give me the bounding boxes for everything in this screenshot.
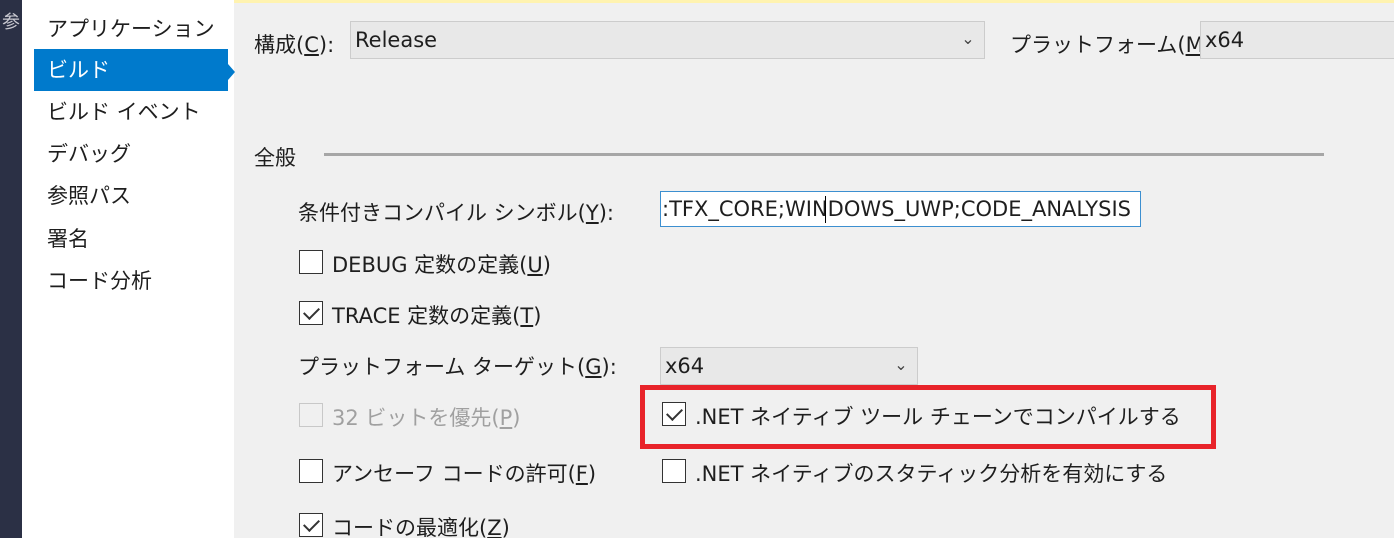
sidebar-item-build-events[interactable]: ビルド イベント: [34, 91, 228, 133]
platform-label: プラットフォーム(M):: [1010, 33, 1219, 57]
section-title-general: 全般: [254, 146, 296, 170]
optimize-code-label[interactable]: コードの最適化(Z): [332, 512, 510, 538]
debug-constant-checkbox[interactable]: [299, 250, 323, 274]
sidebar: アプリケーション ビルド ビルド イベント デバッグ 参照パス 署名 コード分析: [22, 0, 234, 538]
section-divider: [324, 153, 1324, 156]
sidebar-item-debug[interactable]: デバッグ: [34, 133, 228, 175]
chevron-down-icon: ⌄: [894, 355, 908, 374]
sidebar-item-application[interactable]: アプリケーション: [34, 8, 228, 50]
text-caret: [825, 196, 826, 223]
config-label: 構成(C):: [254, 33, 335, 57]
prefer-32bit-checkbox[interactable]: [299, 403, 323, 427]
sidebar-item-signing[interactable]: 署名: [34, 218, 228, 260]
trace-constant-checkbox[interactable]: [299, 301, 323, 325]
symbols-input[interactable]: :TFX_CORE;WINDOWS_UWP;CODE_ANALYSIS: [660, 191, 1141, 227]
platform-target-dropdown[interactable]: x64 ⌄: [660, 347, 918, 385]
prefer-32bit-label: 32 ビットを優先(P): [332, 406, 521, 430]
build-settings-panel: 構成(C): Release ⌄ プラットフォーム(M): x64 全般 条件付…: [234, 0, 1394, 538]
dotnet-native-static-analysis-checkbox[interactable]: [662, 459, 686, 483]
platform-dropdown[interactable]: x64: [1200, 21, 1394, 59]
dotnet-native-static-analysis-label[interactable]: .NET ネイティブのスタティック分析を有効にする: [695, 458, 1167, 488]
sidebar-item-build[interactable]: ビルド: [34, 49, 228, 91]
sidebar-item-code-analysis[interactable]: コード分析: [34, 260, 228, 302]
optimize-code-checkbox[interactable]: [299, 513, 323, 537]
symbols-label: 条件付きコンパイル シンボル(Y):: [298, 201, 614, 225]
config-value: Release: [355, 28, 438, 52]
platform-target-value: x64: [665, 354, 705, 378]
platform-value: x64: [1205, 28, 1245, 52]
chevron-down-icon: ⌄: [961, 29, 975, 48]
allow-unsafe-code-checkbox[interactable]: [299, 459, 323, 483]
left-tool-strip: 参: [0, 0, 22, 538]
symbols-value: :TFX_CORE;WINDOWS_UWP;CODE_ANALYSIS: [662, 197, 1131, 221]
trace-constant-label[interactable]: TRACE 定数の定義(T): [332, 300, 541, 330]
config-dropdown[interactable]: Release ⌄: [350, 21, 985, 59]
sidebar-item-reference-paths[interactable]: 参照パス: [34, 175, 228, 217]
debug-constant-label[interactable]: DEBUG 定数の定義(U): [332, 249, 551, 279]
allow-unsafe-code-label[interactable]: アンセーフ コードの許可(F): [332, 458, 596, 488]
platform-target-label: プラットフォーム ターゲット(G):: [298, 355, 617, 379]
left-strip-glyph: 参: [2, 12, 20, 33]
highlight-annotation-box: [640, 385, 1216, 449]
